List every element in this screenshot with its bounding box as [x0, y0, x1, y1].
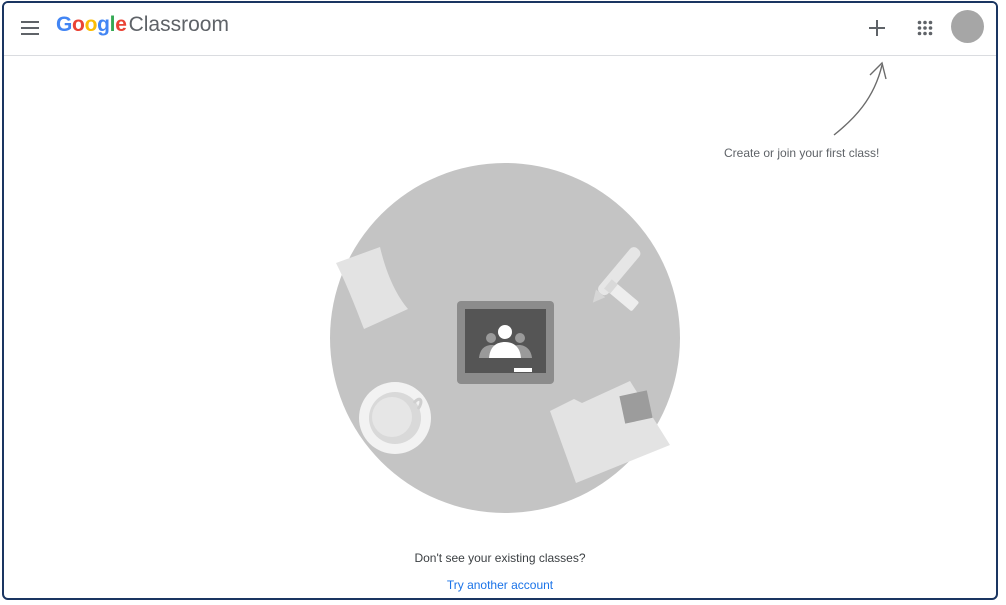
top-app-bar: Google Classroom — [4, 3, 996, 56]
create-or-join-class-button[interactable] — [862, 13, 892, 43]
classroom-board-icon — [457, 301, 554, 384]
google-apps-button[interactable] — [910, 13, 940, 43]
hamburger-menu-icon — [21, 21, 39, 35]
google-wordmark: Google — [56, 13, 127, 37]
google-letter: e — [115, 13, 127, 36]
google-letter: g — [97, 13, 110, 36]
google-letter: G — [56, 13, 73, 36]
google-letter: o — [84, 13, 98, 36]
google-apps-grid-icon — [917, 20, 933, 36]
main-menu-button[interactable] — [16, 15, 44, 41]
app-window: Google Classroom Create or join your fir… — [2, 1, 998, 600]
empty-classroom-illustration — [330, 163, 680, 513]
google-letter: o — [72, 13, 85, 36]
try-another-account-link[interactable]: Try another account — [447, 578, 553, 592]
product-name: Classroom — [128, 13, 229, 36]
try-another-account-link-wrap: Try another account — [4, 578, 996, 592]
account-avatar[interactable] — [951, 10, 984, 43]
hand-drawn-arrow-icon — [833, 61, 887, 136]
create-class-hint: Create or join your first class! — [724, 146, 880, 160]
plus-icon — [869, 20, 885, 36]
no-classes-message: Don't see your existing classes? — [414, 551, 586, 565]
coffee-cup-icon — [359, 382, 431, 454]
google-classroom-logo[interactable]: Google Classroom — [56, 13, 229, 43]
